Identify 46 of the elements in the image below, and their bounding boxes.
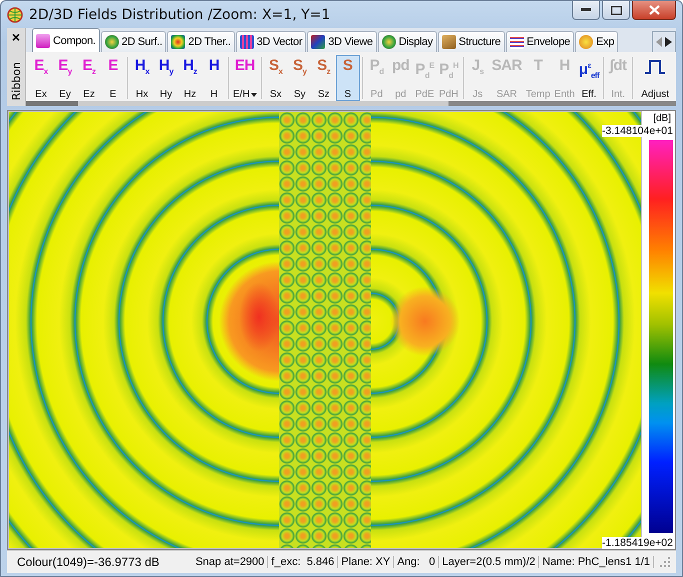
- ribbon-label: Ribbon: [10, 62, 22, 100]
- tab[interactable]: Envelope: [506, 31, 574, 52]
- ribbon-button[interactable]: S S: [336, 55, 360, 102]
- status-field: Name: PhC_lens1 1/1: [539, 556, 654, 568]
- close-icon: [648, 5, 660, 15]
- tab[interactable]: Display: [378, 31, 437, 52]
- maximize-icon: [610, 6, 622, 14]
- colorbar-unit: [dB]: [652, 112, 672, 124]
- minimize-button[interactable]: [572, 1, 600, 20]
- tab[interactable]: 2D Surf..: [100, 31, 166, 52]
- status-field: f_exc: 5.846: [268, 556, 338, 568]
- ribbon-button[interactable]: E$_{y}$ Ey: [53, 55, 77, 102]
- tab[interactable]: Compon.: [32, 28, 100, 52]
- colorbar-max-label: -3.148104e+01: [602, 125, 673, 138]
- colorbar-min-label: -1.185419e+02: [602, 537, 673, 550]
- ribbon-button[interactable]: H$_{z}$ Hz: [178, 55, 202, 102]
- ribbon-button[interactable]: EH E/H: [231, 55, 259, 102]
- tab[interactable]: Exp: [575, 31, 618, 52]
- maximize-button[interactable]: [602, 1, 630, 20]
- pulse-icon: [644, 59, 666, 76]
- ribbon-button[interactable]: H$_{x}$ Hx: [130, 55, 154, 102]
- ribbon-button[interactable]: S$_{z}$ Sz: [312, 55, 336, 102]
- ribbon-button[interactable]: E$_{x}$ Ex: [29, 55, 53, 102]
- status-field: Colour(1049)=-36.9773 dB: [13, 555, 162, 570]
- globe-icon: [7, 6, 23, 23]
- ribbon-button[interactable]: H H: [202, 55, 226, 102]
- ribbon-close-button[interactable]: ×: [12, 28, 20, 46]
- status-field: Snap at=2900: [192, 556, 268, 568]
- resize-grip-icon[interactable]: [660, 557, 670, 568]
- status-field: Layer=2(0.5 mm)/2: [439, 556, 540, 568]
- window-title: 2D/3D Fields Distribution /Zoom: X=1, Y=1: [29, 6, 330, 23]
- status-field: Plane: XY: [338, 556, 394, 568]
- close-button[interactable]: [632, 1, 676, 20]
- tab[interactable]: Structure: [438, 31, 505, 52]
- ribbon-button[interactable]: Adjust: [635, 55, 676, 102]
- ribbon-button[interactable]: E E: [101, 55, 125, 102]
- ribbon-button[interactable]: S$_{y}$ Sy: [288, 55, 312, 102]
- tab[interactable]: 2D Ther..: [167, 31, 235, 52]
- tab[interactable]: 3D Vector: [236, 31, 306, 52]
- scroll-right-icon[interactable]: [665, 37, 672, 48]
- ribbon-button[interactable]: E$_{z}$ Ez: [77, 55, 101, 102]
- ribbon-button[interactable]: S$_{x}$ Sx: [264, 55, 288, 102]
- ribbon-button[interactable]: H$_{y}$ Hy: [154, 55, 178, 102]
- tab[interactable]: 3D Viewe: [307, 31, 377, 52]
- status-field: Ang: 0: [394, 556, 440, 568]
- minimize-icon: [581, 8, 591, 12]
